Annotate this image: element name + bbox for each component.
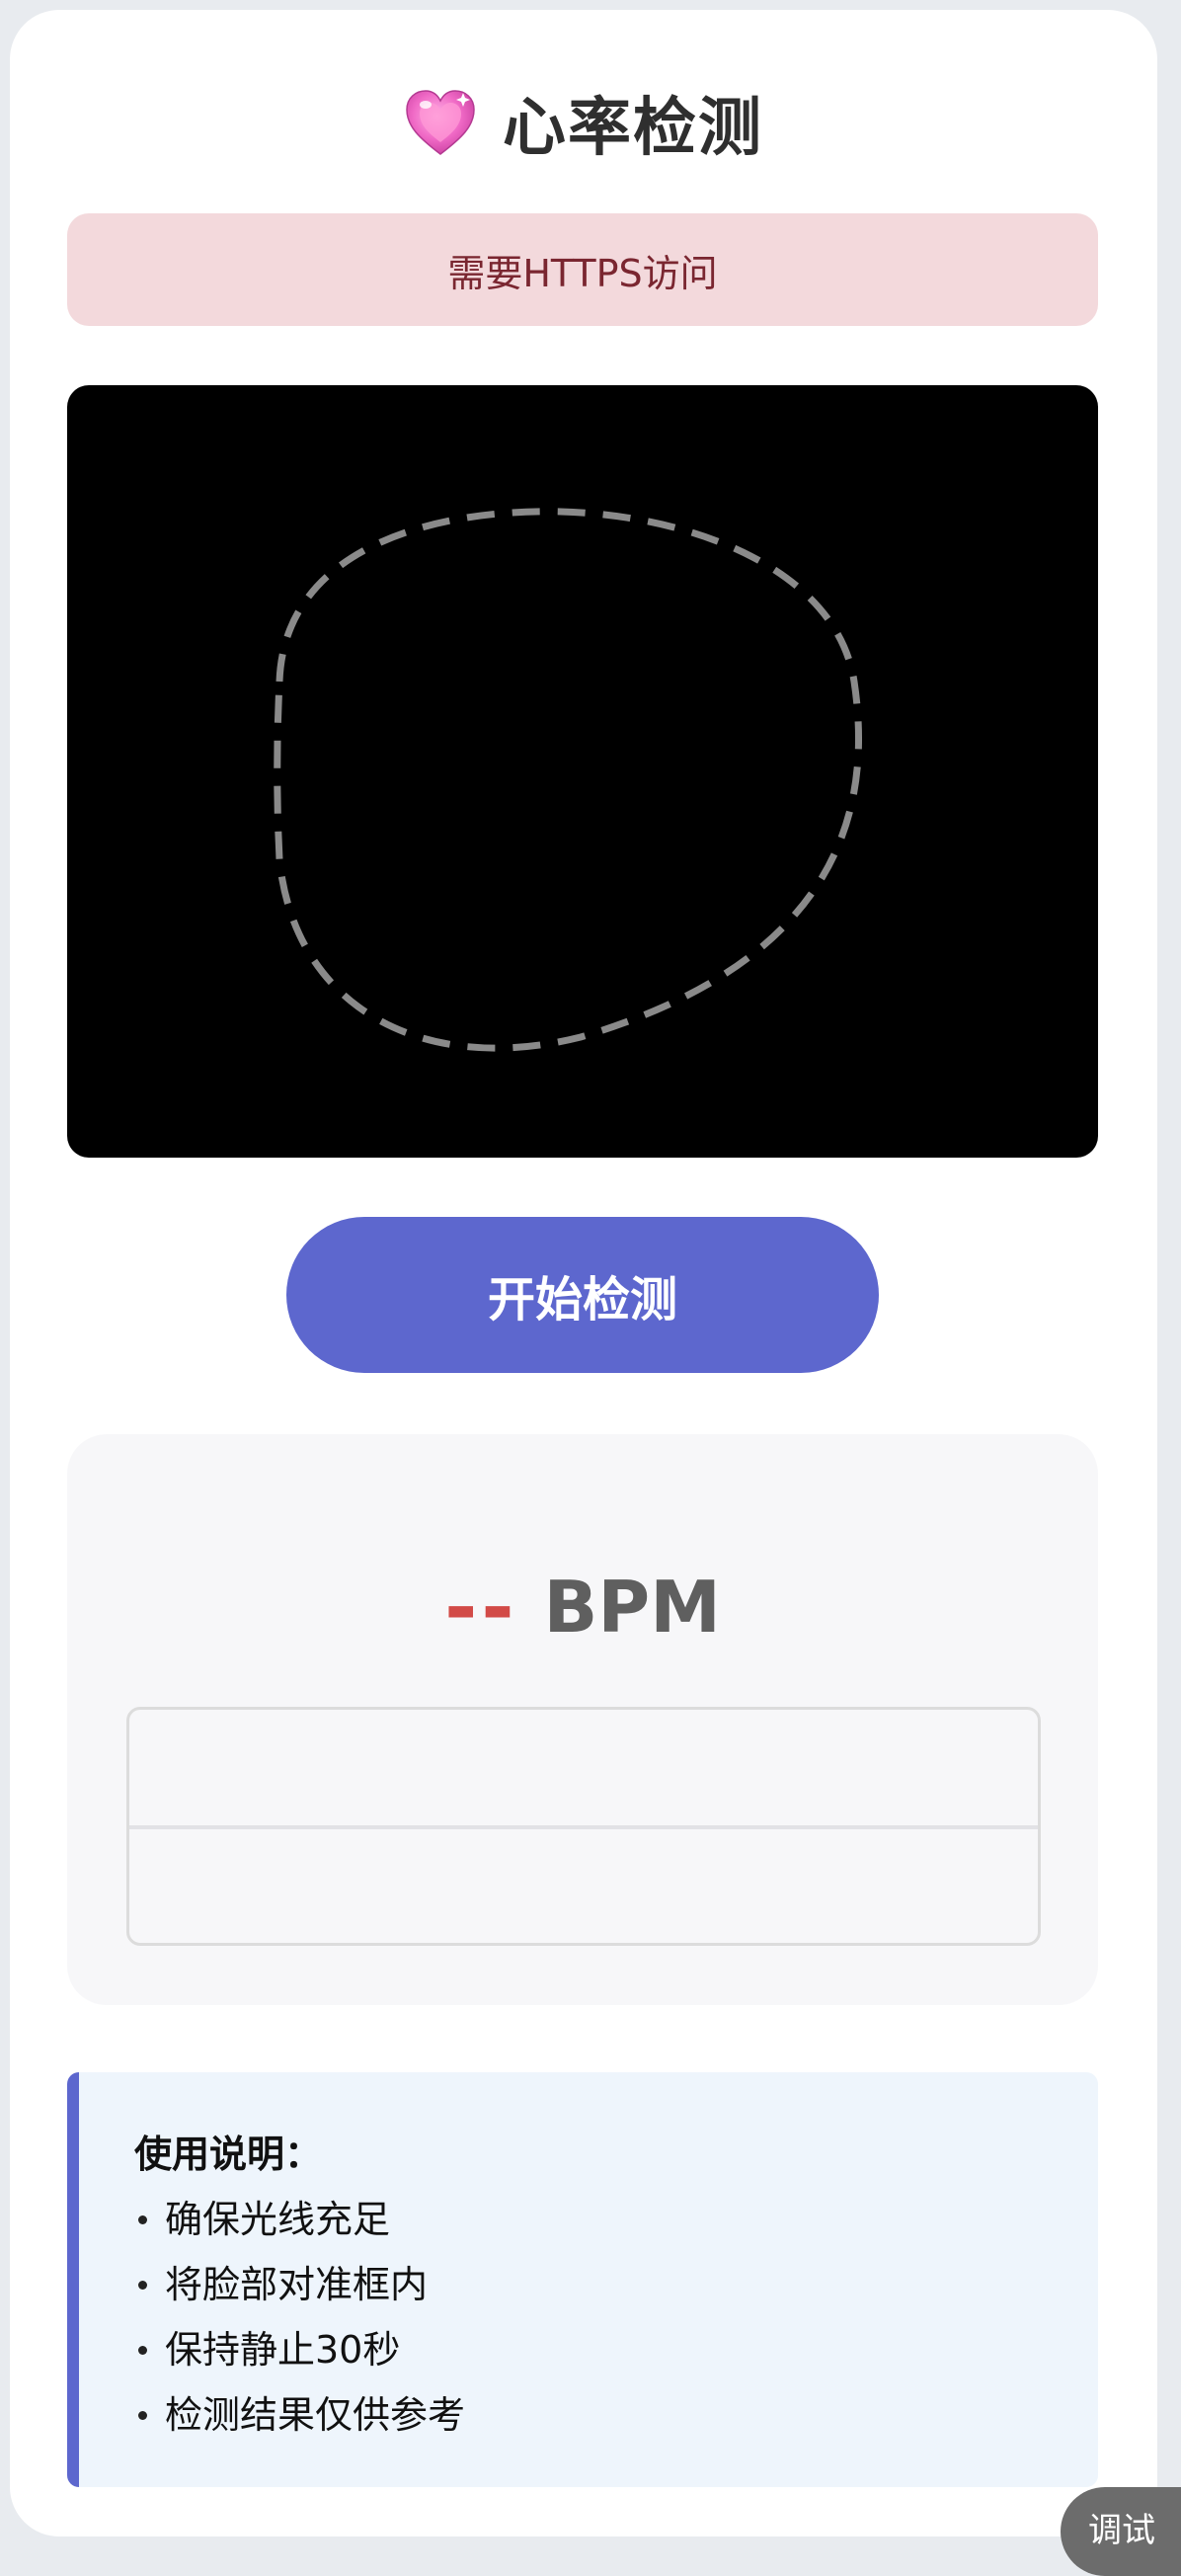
face-guide-outline [274,508,862,1052]
instruction-item: 确保光线充足 [134,2187,465,2252]
instructions-panel: 使用说明： 确保光线充足 将脸部对准框内 保持静止30秒 检测结果仅供参考 [67,2072,1098,2487]
https-alert: 需要HTTPS访问 [67,213,1098,326]
page-header: 心率检测 [10,73,1157,172]
result-panel: -- BPM [67,1434,1098,2005]
instructions-title: 使用说明： [134,2133,323,2176]
instruction-text: 将脸部对准框内 [165,2263,429,2306]
bullet-icon [138,2280,147,2290]
data-row [129,1825,1038,1943]
sparkling-heart-icon [406,90,475,155]
heart-rate-data-box [126,1707,1041,1946]
bpm-value: -- [444,1561,518,1653]
instruction-item: 检测结果仅供参考 [134,2382,465,2448]
bullet-icon [138,2345,147,2355]
instruction-text: 检测结果仅供参考 [165,2393,466,2437]
bpm-display: -- BPM [67,1553,1098,1661]
data-row [129,1710,1038,1825]
start-detection-button[interactable]: 开始检测 [286,1217,879,1373]
bullet-icon [138,2214,147,2224]
page-title: 心率检测 [503,92,763,165]
main-card: 心率检测 需要HTTPS访问 开始检测 -- BPM 使用说明： 确保光线充足 … [10,10,1157,2536]
bpm-unit: BPM [543,1566,721,1649]
debug-button[interactable]: 调试 [1061,2487,1181,2576]
instructions-accent-bar [67,2072,79,2487]
instruction-item: 将脸部对准框内 [134,2252,465,2317]
instruction-item: 保持静止30秒 [134,2317,465,2382]
instructions-list: 确保光线充足 将脸部对准框内 保持静止30秒 检测结果仅供参考 [134,2187,465,2448]
camera-preview [67,385,1098,1158]
instruction-text: 确保光线充足 [165,2198,391,2241]
instruction-text: 保持静止30秒 [165,2328,401,2372]
bullet-icon [138,2410,147,2420]
